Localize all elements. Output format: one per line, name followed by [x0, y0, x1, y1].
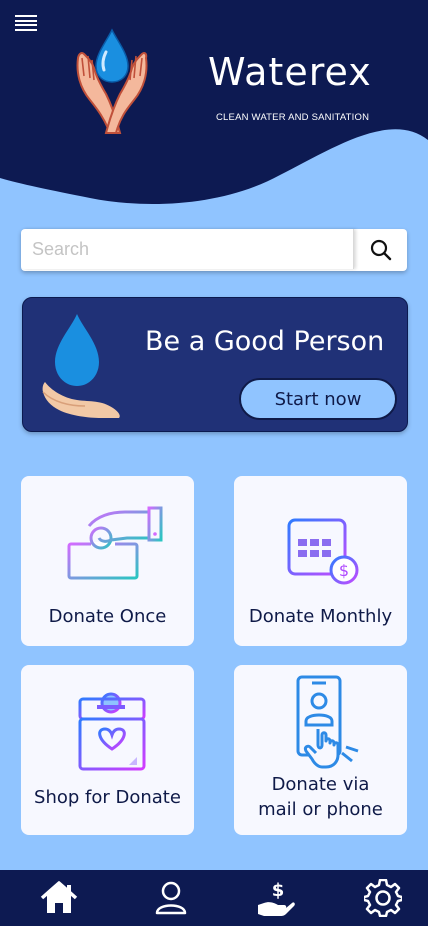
nav-home[interactable] [39, 878, 79, 918]
shop-for-donate-card[interactable]: Shop for Donate [21, 665, 194, 835]
nav-donate[interactable]: $ [256, 878, 296, 918]
app-header: Waterex CLEAN WATER AND SANITATION [0, 0, 428, 215]
app-tagline: CLEAN WATER AND SANITATION [216, 112, 370, 123]
header-wave-background [0, 0, 428, 205]
card-label-line1: Donate via [271, 774, 370, 795]
charity-box-heart-icon [78, 692, 146, 771]
water-drop-hands-logo [76, 28, 148, 134]
svg-text:$: $ [339, 561, 349, 580]
banner-title: Be a Good Person [145, 326, 385, 357]
gear-icon [364, 879, 402, 917]
search-button[interactable] [355, 229, 407, 271]
bottom-nav: $ [0, 870, 428, 926]
search-bar [21, 229, 407, 271]
nav-profile[interactable] [151, 878, 191, 918]
card-label: Shop for Donate [34, 787, 181, 808]
promo-banner: Be a Good Person Start now [22, 297, 408, 432]
phone-tap-icon [296, 675, 359, 769]
donate-once-card[interactable]: Donate Once [21, 476, 194, 646]
hand-dollar-icon: $ [258, 880, 295, 916]
home-icon [40, 881, 78, 913]
donate-via-mail-phone-card[interactable]: Donate via mail or phone [234, 665, 407, 835]
start-now-button[interactable]: Start now [239, 378, 397, 420]
app-title: Waterex [208, 50, 372, 94]
donate-monthly-card[interactable]: $ Donate Monthly [234, 476, 407, 646]
search-icon [370, 239, 392, 261]
nav-settings[interactable] [363, 878, 403, 918]
search-input[interactable] [21, 229, 354, 269]
card-label: Donate Once [48, 606, 167, 627]
calendar-dollar-icon: $ [287, 512, 359, 585]
user-icon [155, 881, 187, 915]
hamburger-menu-icon[interactable] [15, 14, 37, 32]
svg-text:$: $ [272, 880, 285, 901]
water-drop-hand-icon [42, 314, 120, 418]
card-label-line2: mail or phone [258, 799, 383, 820]
donation-box-hand-icon [67, 506, 163, 580]
card-label: Donate Monthly [248, 606, 393, 627]
